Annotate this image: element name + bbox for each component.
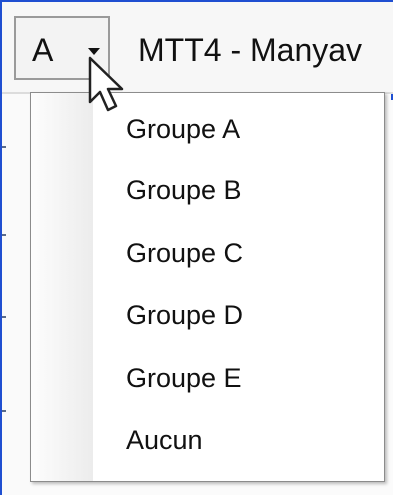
combo-selected-value: A xyxy=(32,32,54,68)
menu-item-label: Groupe D xyxy=(126,300,244,330)
window-title: MTT4 - Manyav xyxy=(138,32,363,68)
background-mark xyxy=(2,146,6,148)
group-dropdown-menu: Groupe A Groupe B Groupe C Groupe D Grou… xyxy=(30,92,385,482)
menu-item-groupe-b[interactable]: Groupe B xyxy=(31,160,384,220)
menu-item-label: Aucun xyxy=(126,425,203,455)
menu-item-groupe-e[interactable]: Groupe E xyxy=(31,348,384,408)
menu-item-groupe-a[interactable]: Groupe A xyxy=(31,99,384,159)
background-mark xyxy=(2,316,6,318)
screen: A MTT4 - Manyav Groupe A Groupe B Groupe… xyxy=(0,0,393,495)
background-mark xyxy=(2,410,6,412)
chevron-down-icon[interactable] xyxy=(88,48,100,55)
menu-item-label: Groupe C xyxy=(126,238,244,268)
mouse-pointer-icon xyxy=(88,56,124,112)
toolbar: A MTT4 - Manyav xyxy=(2,2,393,94)
menu-item-aucun[interactable]: Aucun xyxy=(31,410,384,470)
menu-item-label: Groupe B xyxy=(126,175,242,205)
background-mark xyxy=(2,234,6,236)
menu-item-label: Groupe E xyxy=(126,363,242,393)
background-content-strip xyxy=(2,94,30,495)
menu-item-groupe-d[interactable]: Groupe D xyxy=(31,285,384,345)
menu-item-groupe-c[interactable]: Groupe C xyxy=(31,223,384,283)
menu-item-label: Groupe A xyxy=(126,114,241,144)
